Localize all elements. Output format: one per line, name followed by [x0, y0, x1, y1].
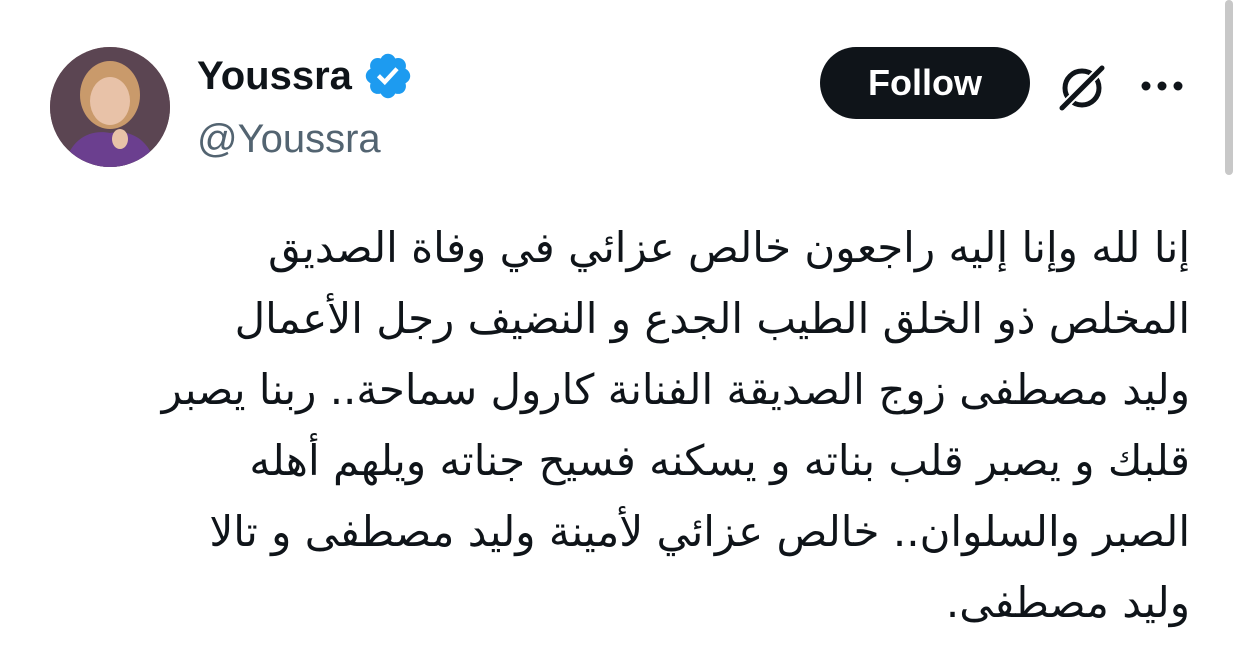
- tweet-text-line: إنا لله وإنا إليه راجعون خالص عزائي في و…: [268, 223, 1190, 272]
- verified-badge-icon: [365, 53, 411, 99]
- more-options-icon: [1141, 81, 1183, 91]
- grok-button[interactable]: [1054, 58, 1110, 114]
- tweet-text-line: وليد مصطفى.: [945, 578, 1190, 627]
- avatar-image: [50, 47, 170, 167]
- tweet-text-line: قلبك و يصبر قلب بناته و يسكنه فسيح جناته…: [249, 436, 1190, 485]
- scrollbar-thumb[interactable]: [1225, 0, 1233, 175]
- author-display-name[interactable]: Youssra: [197, 51, 352, 101]
- author-name-row: Youssra: [197, 50, 414, 102]
- follow-button[interactable]: Follow: [820, 47, 1030, 119]
- tweet-text-line: الصبر والسلوان.. خالص عزائي لأمينة وليد …: [209, 507, 1190, 556]
- author-handle[interactable]: @Youssra: [197, 114, 381, 164]
- more-options-button[interactable]: [1134, 58, 1190, 114]
- tweet-text-line: وليد مصطفى زوج الصديقة الفنانة كارول سما…: [161, 365, 1190, 414]
- tweet-text: إنا لله وإنا إليه راجعون خالص عزائي في و…: [48, 212, 1190, 638]
- grok-icon: [1058, 64, 1106, 112]
- profile-avatar[interactable]: [50, 47, 170, 167]
- tweet-text-line: المخلص ذو الخلق الطيب الجدع و النضيف رجل…: [234, 294, 1190, 343]
